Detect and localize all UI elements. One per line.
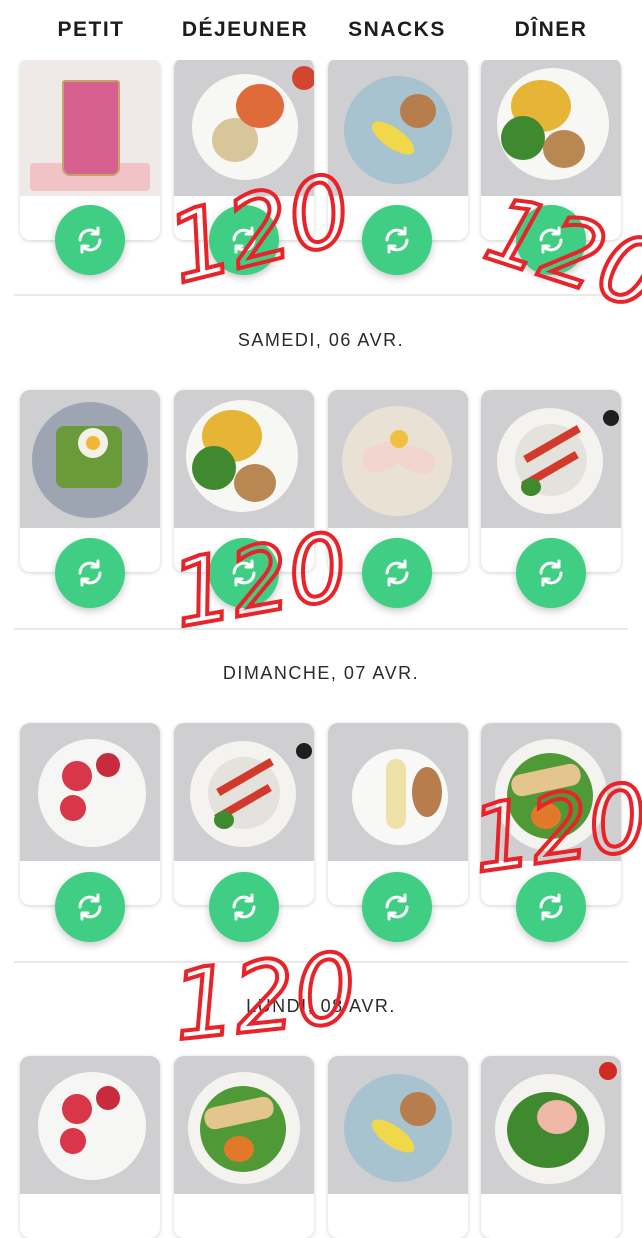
meal-photo-yogurt-strawberries	[20, 723, 160, 861]
refresh-icon	[539, 893, 563, 921]
refresh-icon	[539, 559, 563, 587]
column-header-dinner: DÎNER	[514, 18, 588, 41]
swap-meal-button-breakfast[interactable]	[55, 205, 125, 275]
refresh-icon	[232, 226, 256, 254]
meal-photo-yogurt-strawberries	[20, 1056, 160, 1194]
refresh-icon	[78, 226, 102, 254]
day-heading-saturday: SAMEDI, 06 AVR.	[237, 330, 405, 350]
meal-photo-vegetable-salad	[174, 723, 314, 861]
swap-meal-button-lunch[interactable]	[209, 872, 279, 942]
meal-photo-vegetable-salad	[481, 390, 621, 528]
swap-meal-button-dinner[interactable]	[516, 205, 586, 275]
day-divider	[14, 961, 628, 963]
day-divider	[14, 294, 628, 296]
swap-meal-button-breakfast[interactable]	[55, 872, 125, 942]
meal-photo-potatoes-broccoli-patty	[174, 390, 314, 528]
swap-meal-button-snack[interactable]	[362, 205, 432, 275]
swap-meal-button-snack[interactable]	[362, 872, 432, 942]
swap-meal-button-snack[interactable]	[362, 538, 432, 608]
refresh-icon	[78, 559, 102, 587]
swap-meal-button-lunch[interactable]	[209, 538, 279, 608]
day-divider	[14, 628, 628, 630]
refresh-icon	[539, 226, 563, 254]
column-header-lunch: DÉJEUNER	[181, 18, 309, 41]
day-heading-monday: LUNDI, 08 AVR.	[246, 996, 396, 1016]
column-header-breakfast: PETIT	[57, 18, 125, 41]
meal-photo-stuffed-avocado-salad	[481, 1056, 621, 1194]
swap-meal-button-lunch[interactable]	[209, 205, 279, 275]
meal-photo-quinoa-chicken	[174, 58, 314, 196]
meal-photo-chicken-sweet-potato-salad	[481, 723, 621, 861]
refresh-icon	[232, 893, 256, 921]
swap-meal-button-dinner[interactable]	[516, 872, 586, 942]
meal-photo-yogurt-almonds	[328, 723, 468, 861]
swap-meal-button-breakfast[interactable]	[55, 538, 125, 608]
meal-card-dinner[interactable]	[481, 1056, 621, 1238]
day-heading-sunday: DIMANCHE, 07 AVR.	[222, 663, 420, 683]
meal-photo-banana-almonds	[328, 1056, 468, 1194]
meal-photo-banana-almonds	[328, 58, 468, 196]
column-header-snacks: SNACKS	[348, 18, 446, 41]
refresh-icon	[232, 559, 256, 587]
meal-photo-chicken-sweet-potato-salad	[174, 1056, 314, 1194]
meal-photo-potatoes-broccoli-patty	[481, 58, 621, 196]
meal-card-breakfast[interactable]	[20, 1056, 160, 1238]
meal-photo-ham-egg-rolls	[328, 390, 468, 528]
refresh-icon	[385, 559, 409, 587]
refresh-icon	[385, 226, 409, 254]
meal-card-snack[interactable]	[328, 1056, 468, 1238]
swap-meal-button-dinner[interactable]	[516, 538, 586, 608]
meal-photo-smoothie	[20, 58, 160, 196]
refresh-icon	[78, 893, 102, 921]
meal-photo-avocado-toast-egg	[20, 390, 160, 528]
refresh-icon	[385, 893, 409, 921]
meal-columns-header: PETIT DÉJEUNER SNACKS DÎNER	[0, 0, 642, 60]
meal-card-lunch[interactable]	[174, 1056, 314, 1238]
